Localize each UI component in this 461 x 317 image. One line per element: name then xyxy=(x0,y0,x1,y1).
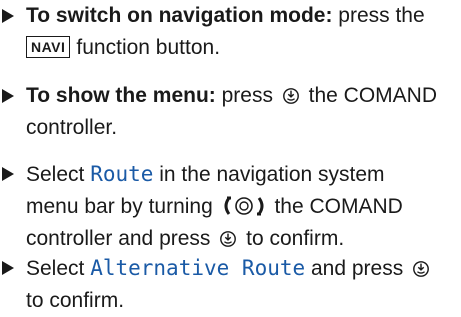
instruction-document: To switch on navigation mode: press the … xyxy=(0,0,461,314)
step-4: Select Alternative Route and press to co… xyxy=(0,252,461,317)
bullet-arrow-icon xyxy=(2,167,14,181)
navi-key: NAVI xyxy=(26,36,71,58)
step-4-line-1: Select Alternative Route and press xyxy=(0,252,461,285)
step-1-text-2: function button. xyxy=(76,36,221,59)
controller-press-icon xyxy=(282,88,299,104)
step-3-line-1: Select Route in the navigation system xyxy=(0,158,461,191)
step-4-text-1: Select xyxy=(26,257,91,280)
controller-press-icon xyxy=(220,231,237,247)
step-4-line-2: to confirm. xyxy=(0,285,461,317)
bullet-arrow-icon xyxy=(2,89,14,103)
step-2-text-2: the COMAND xyxy=(308,84,438,107)
step-2-text-3: controller. xyxy=(26,116,118,139)
step-4-text-2: and press xyxy=(305,257,404,280)
step-2: To show the menu: press the COMAND contr… xyxy=(0,80,461,144)
bullet-arrow-icon xyxy=(2,9,14,23)
step-3-line-2: menu bar by turning the COMAND xyxy=(0,191,461,223)
step-1: To switch on navigation mode: press the … xyxy=(0,0,461,64)
step-1-bold: To switch on navigation mode: xyxy=(26,4,333,27)
step-3-line-3: controller and press to confirm. xyxy=(0,223,461,255)
step-3-text-3: menu bar by turning xyxy=(26,195,213,218)
step-2-line-1: To show the menu: press the COMAND xyxy=(0,80,461,112)
step-3-text-2: in the navigation system xyxy=(153,163,385,186)
step-1-line-1: To switch on navigation mode: press the xyxy=(0,0,461,32)
bullet-arrow-icon xyxy=(2,261,14,275)
step-4-text-3: to confirm. xyxy=(26,289,125,312)
controller-press-icon xyxy=(413,261,429,277)
controller-rotate-icon xyxy=(224,196,264,216)
step-3: Select Route in the navigation system me… xyxy=(0,158,461,255)
step-2-text-1: press xyxy=(215,84,273,107)
step-3-text-1: Select xyxy=(26,163,91,186)
step-1-line-2: NAVI function button. xyxy=(0,32,461,64)
step-3-text-5: controller and press xyxy=(26,227,211,250)
alternative-route-term: Alternative Route xyxy=(90,256,306,280)
step-1-text-1: press the xyxy=(332,4,425,27)
step-2-line-2: controller. xyxy=(0,112,461,144)
route-term: Route xyxy=(90,162,154,186)
step-3-text-4: the COMAND xyxy=(274,195,403,218)
step-3-text-6: to confirm. xyxy=(246,227,345,250)
step-2-bold: To show the menu: xyxy=(26,84,216,107)
